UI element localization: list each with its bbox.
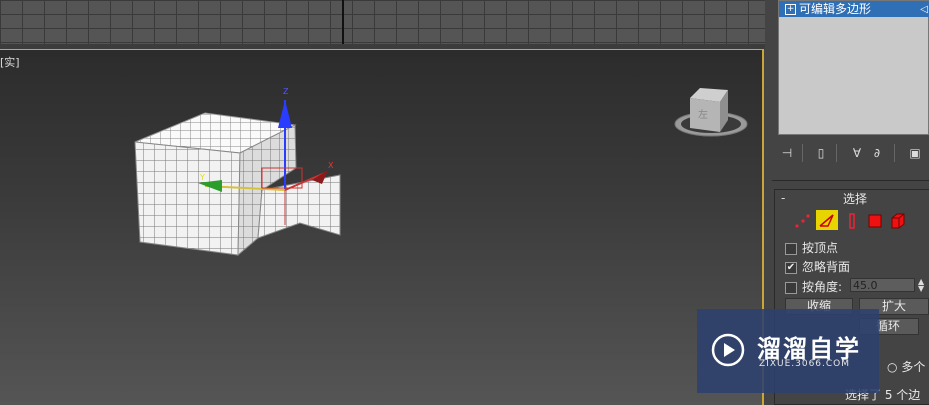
ignore-backfacing-row[interactable]: ✔ 忽略背面 [785,258,850,275]
viewcube[interactable]: 左 [674,88,748,137]
pin-icon[interactable]: ⊣ [778,144,796,162]
by-angle-label: 按角度: [802,280,843,294]
play-logo-icon [711,333,745,367]
ignore-backfacing-label: 忽略背面 [802,260,851,274]
multiple-radio-row[interactable]: ○ 多个 [887,358,925,375]
gizmo-label-z: Z [283,87,289,96]
by-angle-row[interactable]: 按角度: [785,278,842,295]
remove-modifier-icon[interactable]: ∂ [868,144,886,162]
modifier-stack-item[interactable]: + 可编辑多边形 ◁ [779,1,929,17]
modifier-stack-list[interactable]: + 可编辑多边形 ◁ [778,0,929,135]
toolbar-divider [894,144,895,162]
by-vertex-checkbox[interactable] [785,242,797,255]
panel-divider [772,180,929,181]
edge-icon[interactable] [816,210,838,230]
make-unique-icon[interactable]: ∀ [848,144,866,162]
multiple-label: 多个 [901,360,926,374]
toolbar-divider [836,144,837,162]
element-icon[interactable] [888,212,908,230]
modifier-label: 可编辑多边形 [799,2,872,16]
angle-input[interactable]: 45.0 [850,278,915,292]
by-angle-checkbox[interactable] [785,281,797,294]
modifier-stack-toolbar: ⊣ ▯ ∀ ∂ ▣ [778,142,929,164]
top-viewport-grid[interactable] [0,0,765,44]
viewport-scene: X Y Z 左 [134,87,748,257]
gizmo-label-y: Y [199,173,205,182]
cube-front-face[interactable] [134,141,241,256]
expand-icon[interactable]: + [785,4,796,15]
show-end-result-icon[interactable]: ▯ [812,144,830,162]
gizmo-label-x: X [328,161,334,170]
border-icon[interactable] [842,212,862,230]
by-vertex-label: 按顶点 [802,241,839,255]
toolbar-divider [802,144,803,162]
perspective-viewport[interactable]: [实] X Y Z 左 [0,49,764,405]
ignore-backfacing-checkbox[interactable]: ✔ [785,261,797,274]
rollout-title[interactable]: 选择 [775,190,929,207]
viewcube-face-label: 左 [698,108,708,121]
configure-icon[interactable]: ▣ [906,144,924,162]
grid-axis-line [342,0,344,44]
vertex-icon[interactable] [793,212,813,230]
radio-icon[interactable]: ○ [887,360,897,374]
polygon-icon[interactable] [865,212,885,230]
watermark-logo: 溜溜自学 ZIXUE.3066.COM [697,309,879,393]
angle-spinner-icon[interactable]: ▲ ▼ [918,278,924,293]
by-vertex-row[interactable]: 按顶点 [785,239,838,256]
triangle-icon: ◁ [920,4,928,15]
watermark-url: ZIXUE.3066.COM [759,359,851,369]
